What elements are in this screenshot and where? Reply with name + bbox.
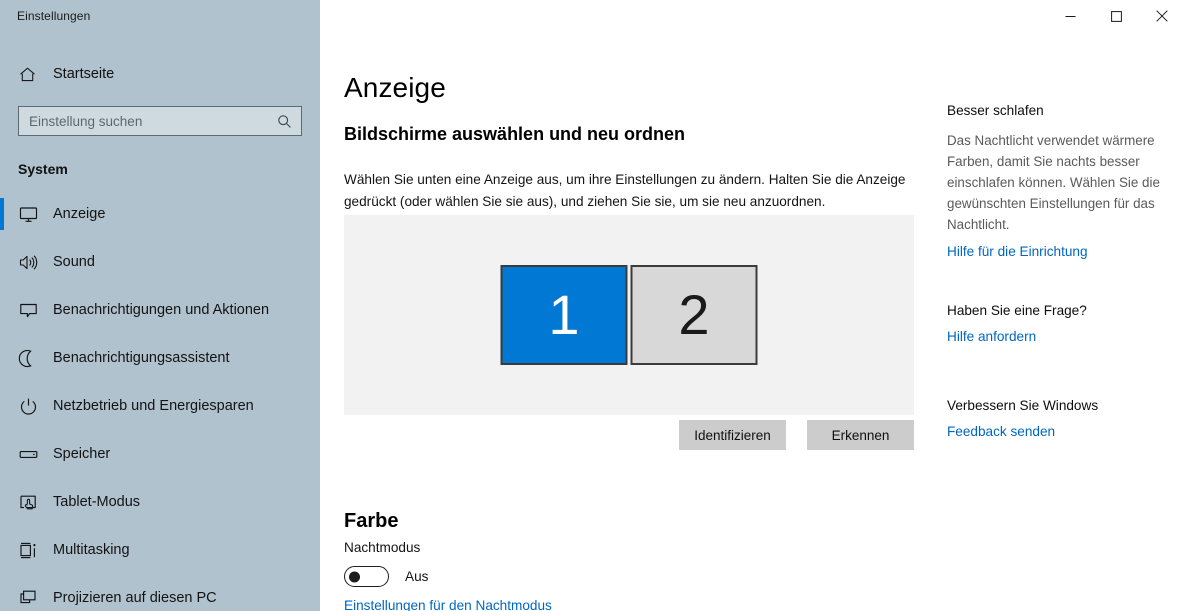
night-mode-label: Nachtmodus xyxy=(344,540,421,555)
panel-spacer xyxy=(947,346,1177,398)
sidebar-item-label: Multitasking xyxy=(53,542,130,558)
info-body: Das Nachtlicht verwendet wärmere Farben,… xyxy=(947,133,1160,232)
info-heading: Besser schlafen xyxy=(947,103,1044,118)
info-block-improve: Verbessern Sie Windows Feedback senden xyxy=(947,398,1177,441)
sidebar-nav-list: Anzeige Sound Benachrichtigungen und Akt… xyxy=(0,190,320,611)
monitor-group: 1 2 xyxy=(500,265,758,365)
sidebar-item-anzeige[interactable]: Anzeige xyxy=(0,190,320,238)
monitor-tile-1[interactable]: 1 xyxy=(500,265,628,365)
notification-bubble-icon xyxy=(18,300,48,321)
monitor-icon xyxy=(18,204,48,225)
section-subtitle: Bildschirme auswählen und neu ordnen xyxy=(344,123,686,144)
monitor-number: 2 xyxy=(678,283,710,346)
sidebar-item-home-label: Startseite xyxy=(53,66,115,82)
send-feedback-link[interactable]: Feedback senden xyxy=(947,424,1055,439)
home-icon xyxy=(18,65,48,84)
info-heading: Verbessern Sie Windows xyxy=(947,398,1099,413)
info-block-sleep: Besser schlafen Das Nachtlicht verwendet… xyxy=(947,103,1177,261)
project-screen-icon xyxy=(18,588,48,609)
sidebar-item-netzbetrieb[interactable]: Netzbetrieb und Energiesparen xyxy=(0,382,320,430)
sidebar-item-label: Netzbetrieb und Energiesparen xyxy=(53,398,254,414)
sidebar-item-benachrichtigungsassistent[interactable]: Benachrichtigungsassistent xyxy=(0,334,320,382)
sidebar-item-label: Benachrichtigungen und Aktionen xyxy=(53,302,270,318)
window-titlebar: Einstellungen xyxy=(0,0,320,32)
main-content: Anzeige Bildschirme auswählen und neu or… xyxy=(320,0,1185,611)
sidebar-item-sound[interactable]: Sound xyxy=(0,238,320,286)
sidebar-item-label: Speicher xyxy=(53,446,111,462)
sidebar-item-tablet-modus[interactable]: Tablet-Modus xyxy=(0,478,320,526)
sidebar-item-speicher[interactable]: Speicher xyxy=(0,430,320,478)
app-title: Einstellungen xyxy=(17,9,91,23)
search-box[interactable] xyxy=(18,106,302,136)
settings-window: Einstellungen Startseite System xyxy=(0,0,1185,611)
tablet-hand-icon xyxy=(18,492,48,513)
sidebar-item-label: Anzeige xyxy=(53,206,106,222)
night-mode-toggle-row: Aus xyxy=(344,566,428,587)
toggle-knob xyxy=(349,571,360,582)
sidebar-item-label: Benachrichtigungsassistent xyxy=(53,350,230,366)
sidebar-item-label: Tablet-Modus xyxy=(53,494,141,510)
power-icon xyxy=(18,396,48,417)
request-help-link[interactable]: Hilfe anfordern xyxy=(947,329,1036,344)
identify-button[interactable]: Identifizieren xyxy=(679,420,786,450)
night-mode-state: Aus xyxy=(405,569,429,584)
night-mode-settings-link[interactable]: Einstellungen für den Nachtmodus xyxy=(344,598,552,611)
sidebar-item-benachrichtigungen[interactable]: Benachrichtigungen und Aktionen xyxy=(0,286,320,334)
night-mode-toggle[interactable] xyxy=(344,566,389,587)
info-heading: Haben Sie eine Frage? xyxy=(947,303,1087,318)
info-block-question: Haben Sie eine Frage? Hilfe anfordern xyxy=(947,303,1177,346)
monitor-number: 1 xyxy=(548,283,580,346)
sidebar-item-projizieren[interactable]: Projizieren auf diesen PC xyxy=(0,574,320,611)
speaker-icon xyxy=(18,252,48,273)
search-icon[interactable] xyxy=(276,113,295,130)
sidebar-item-label: Sound xyxy=(53,254,95,270)
section-description: Wählen Sie unten eine Anzeige aus, um ih… xyxy=(344,171,906,209)
color-section-title: Farbe xyxy=(344,509,399,532)
storage-icon xyxy=(18,444,48,465)
moon-icon xyxy=(18,348,48,369)
monitor-tile-2[interactable]: 2 xyxy=(630,265,758,365)
sidebar-item-home[interactable]: Startseite xyxy=(0,54,320,94)
sidebar: Einstellungen Startseite System xyxy=(0,0,320,611)
setup-help-link[interactable]: Hilfe für die Einrichtung xyxy=(947,244,1088,259)
panel-spacer xyxy=(947,261,1177,303)
sidebar-item-multitasking[interactable]: Multitasking xyxy=(0,526,320,574)
page-title: Anzeige xyxy=(344,71,446,103)
multitasking-icon xyxy=(18,540,48,561)
detect-button[interactable]: Erkennen xyxy=(807,420,914,450)
monitor-arrangement-canvas[interactable]: 1 2 xyxy=(344,215,914,415)
sidebar-item-label: Projizieren auf diesen PC xyxy=(53,590,217,606)
right-info-panel: Besser schlafen Das Nachtlicht verwendet… xyxy=(935,0,1185,611)
search-input[interactable] xyxy=(29,108,276,134)
sidebar-section-label: System xyxy=(18,161,68,177)
monitor-actions: Identifizieren Erkennen xyxy=(344,420,914,450)
